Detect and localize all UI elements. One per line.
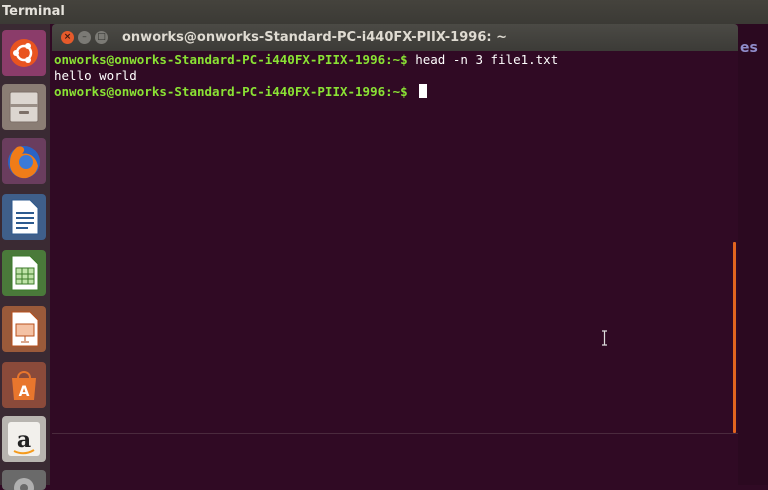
- terminal-line: onworks@onworks-Standard-PC-i440FX-PIIX-…: [54, 84, 738, 100]
- terminal-line: hello world: [54, 68, 738, 84]
- libreoffice-calc-icon[interactable]: [2, 250, 46, 296]
- shell-prompt: onworks@onworks-Standard-PC-i440FX-PIIX-…: [54, 84, 416, 99]
- firefox-icon[interactable]: [2, 138, 46, 184]
- desktop-background: [738, 24, 768, 485]
- software-center-icon[interactable]: A: [2, 362, 46, 408]
- active-app-name: Terminal: [2, 4, 65, 19]
- svg-text:a: a: [17, 427, 31, 453]
- shell-prompt: onworks@onworks-Standard-PC-i440FX-PIIX-…: [54, 52, 416, 67]
- files-icon[interactable]: [2, 84, 46, 130]
- minimize-button[interactable]: –: [78, 31, 91, 44]
- settings-icon[interactable]: [2, 470, 46, 490]
- terminal-window: × – □ onworks@onworks-Standard-PC-i440FX…: [52, 24, 738, 485]
- desktop-peek-text: es: [740, 40, 758, 56]
- libreoffice-writer-icon[interactable]: [2, 194, 46, 240]
- top-panel: Terminal: [0, 0, 768, 24]
- svg-text:A: A: [19, 384, 30, 400]
- window-title: onworks@onworks-Standard-PC-i440FX-PIIX-…: [122, 30, 507, 45]
- text-cursor: [419, 84, 428, 98]
- terminal-line: onworks@onworks-Standard-PC-i440FX-PIIX-…: [54, 52, 738, 68]
- window-titlebar[interactable]: × – □ onworks@onworks-Standard-PC-i440FX…: [52, 24, 738, 51]
- divider: [52, 433, 738, 434]
- close-button[interactable]: ×: [61, 31, 74, 44]
- command-output: hello world: [54, 68, 137, 83]
- ubuntu-dash-icon[interactable]: [2, 30, 46, 76]
- libreoffice-impress-icon[interactable]: [2, 306, 46, 352]
- ibeam-cursor-icon: [602, 330, 607, 346]
- scrollbar[interactable]: [733, 242, 736, 433]
- terminal-content[interactable]: onworks@onworks-Standard-PC-i440FX-PIIX-…: [52, 51, 738, 485]
- maximize-button[interactable]: □: [95, 31, 108, 44]
- amazon-icon[interactable]: a: [2, 416, 46, 462]
- launcher: A a: [0, 24, 50, 490]
- command-text: head -n 3 file1.txt: [415, 52, 559, 67]
